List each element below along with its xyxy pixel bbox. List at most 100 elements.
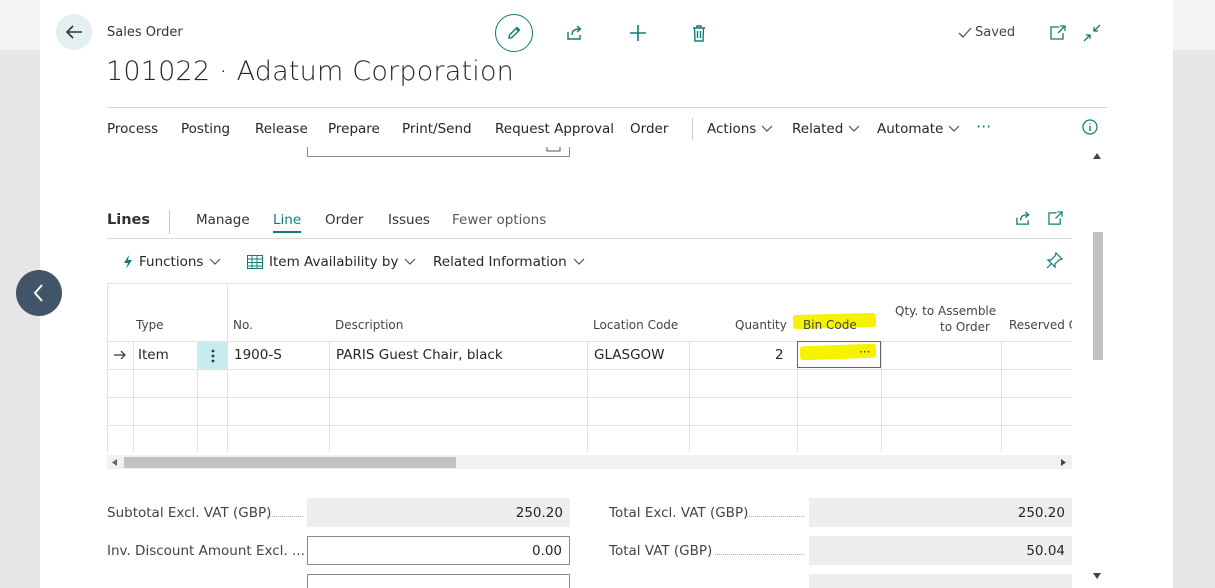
leader-dots bbox=[267, 516, 303, 517]
action-order[interactable]: Order bbox=[630, 121, 668, 137]
vertical-scrollbar[interactable] bbox=[1090, 147, 1105, 588]
action-bar: Process Posting Release Prepare Print/Se… bbox=[107, 107, 1107, 147]
checkmark-icon bbox=[958, 27, 972, 38]
column-header-description[interactable]: Description bbox=[335, 318, 403, 332]
menu-related-label: Related bbox=[792, 121, 844, 137]
grid-line bbox=[227, 284, 228, 452]
pin-icon bbox=[1046, 252, 1063, 269]
info-icon bbox=[1082, 119, 1098, 135]
back-button[interactable] bbox=[56, 14, 92, 50]
column-header-no[interactable]: No. bbox=[233, 318, 253, 332]
menu-related[interactable]: Related bbox=[792, 121, 860, 137]
sales-order-card: Sales Order 101022 · Adatum Corporation … bbox=[40, 0, 1173, 588]
action-posting[interactable]: Posting bbox=[181, 121, 230, 137]
leader-dots bbox=[715, 554, 804, 555]
chevron-down-icon bbox=[405, 258, 416, 265]
edit-button[interactable] bbox=[495, 14, 533, 52]
lines-expand-button[interactable] bbox=[1047, 211, 1064, 230]
open-new-window-button[interactable] bbox=[1047, 22, 1069, 44]
chevron-down-icon bbox=[848, 125, 860, 132]
lines-title: Lines bbox=[107, 212, 150, 228]
total-excl-vat-value: 250.20 bbox=[809, 498, 1072, 527]
share-icon bbox=[567, 25, 582, 40]
functions-label: Functions bbox=[139, 254, 204, 270]
previous-record-button[interactable] bbox=[16, 270, 62, 316]
action-process[interactable]: Process bbox=[107, 121, 158, 137]
personalize-button[interactable] bbox=[1046, 252, 1063, 269]
collapse-button[interactable] bbox=[1081, 22, 1103, 44]
row-actions-button[interactable] bbox=[198, 342, 227, 369]
action-release[interactable]: Release bbox=[255, 121, 308, 137]
subtotal-value: 250.20 bbox=[307, 498, 570, 527]
menu-actions[interactable]: Actions bbox=[707, 121, 773, 137]
next-field-input[interactable] bbox=[307, 574, 570, 588]
share-button[interactable] bbox=[564, 22, 586, 44]
open-in-new-window-icon bbox=[1050, 25, 1066, 40]
cell-description[interactable]: PARIS Guest Chair, black bbox=[336, 347, 503, 363]
lines-header: Lines Manage Line Order Issues Fewer opt… bbox=[107, 210, 1072, 239]
chevron-left-icon bbox=[33, 284, 43, 302]
trash-icon bbox=[693, 24, 705, 42]
menu-automate[interactable]: Automate bbox=[877, 121, 960, 137]
item-availability-menu[interactable]: Item Availability by bbox=[247, 254, 416, 270]
bin-code-lookup-button[interactable]: ··· bbox=[859, 345, 870, 359]
cell-type[interactable]: Item bbox=[138, 347, 169, 363]
grid-line bbox=[107, 341, 1072, 342]
inv-discount-input[interactable]: 0.00 bbox=[307, 536, 570, 565]
lightning-icon bbox=[124, 255, 132, 269]
scroll-up-icon[interactable] bbox=[1093, 153, 1101, 159]
column-header-bin-code[interactable]: Bin Code bbox=[803, 318, 857, 332]
grid-line bbox=[107, 369, 1072, 370]
column-header-quantity[interactable]: Quantity bbox=[735, 318, 787, 332]
column-header-qty-to-assemble[interactable]: Qty. to Assemble bbox=[895, 304, 996, 318]
saved-status: Saved bbox=[958, 25, 1015, 40]
column-header-reserved-qty[interactable]: Reserved Qu bbox=[1009, 318, 1072, 332]
subtotal-label: Subtotal Excl. VAT (GBP) bbox=[107, 505, 272, 521]
lines-separator bbox=[169, 210, 170, 234]
vertical-ellipsis-icon bbox=[211, 349, 214, 362]
info-button[interactable] bbox=[1082, 119, 1098, 135]
lines-grid: Type No. Description Location Code Quant… bbox=[107, 284, 1072, 452]
grid-line bbox=[107, 284, 108, 452]
new-button[interactable] bbox=[627, 22, 649, 44]
page-title: 101022 · Adatum Corporation bbox=[106, 56, 514, 87]
menu-automate-label: Automate bbox=[877, 121, 944, 137]
lines-share-button[interactable] bbox=[1015, 211, 1032, 230]
cell-no[interactable]: 1900-S bbox=[234, 347, 282, 363]
scroll-right-icon[interactable] bbox=[1061, 459, 1066, 466]
pencil-icon bbox=[508, 26, 521, 39]
inv-discount-label: Inv. Discount Amount Excl. ... bbox=[107, 543, 305, 559]
action-prepare[interactable]: Prepare bbox=[328, 121, 380, 137]
action-print-send[interactable]: Print/Send bbox=[402, 121, 472, 137]
item-availability-label: Item Availability by bbox=[269, 254, 399, 270]
related-information-menu[interactable]: Related Information bbox=[433, 254, 585, 270]
chevron-down-icon bbox=[573, 258, 585, 265]
cell-location-code[interactable]: GLASGOW bbox=[594, 347, 665, 363]
cell-quantity[interactable]: 2 bbox=[775, 347, 784, 363]
tab-order[interactable]: Order bbox=[325, 212, 363, 228]
lines-subactions: Functions Item Availability by Related I… bbox=[107, 240, 1072, 284]
tab-issues[interactable]: Issues bbox=[388, 212, 430, 228]
total-vat-value: 50.04 bbox=[809, 536, 1072, 565]
arrow-left-icon bbox=[65, 25, 82, 39]
plus-icon bbox=[630, 25, 646, 41]
collapse-icon bbox=[1083, 24, 1101, 42]
tab-fewer-options[interactable]: Fewer options bbox=[452, 212, 546, 228]
cell-bin-code-input[interactable]: ··· bbox=[797, 341, 881, 368]
vertical-scroll-thumb[interactable] bbox=[1093, 232, 1103, 360]
column-header-type[interactable]: Type bbox=[136, 318, 164, 332]
scroll-left-icon[interactable] bbox=[112, 459, 117, 466]
more-options-button[interactable]: ··· bbox=[976, 117, 991, 136]
column-header-location-code[interactable]: Location Code bbox=[593, 318, 678, 332]
leader-dots bbox=[746, 516, 804, 517]
action-request-approval[interactable]: Request Approval bbox=[495, 121, 614, 137]
column-header-to-order[interactable]: to Order bbox=[940, 320, 990, 334]
horizontal-scroll-thumb[interactable] bbox=[124, 457, 456, 468]
scroll-down-icon[interactable] bbox=[1093, 573, 1101, 579]
chevron-down-icon bbox=[948, 125, 960, 132]
delete-button[interactable] bbox=[688, 22, 710, 44]
tab-line[interactable]: Line bbox=[273, 212, 302, 233]
tab-manage[interactable]: Manage bbox=[196, 212, 250, 228]
total-vat-label: Total VAT (GBP) bbox=[609, 543, 713, 559]
functions-menu[interactable]: Functions bbox=[123, 254, 221, 270]
